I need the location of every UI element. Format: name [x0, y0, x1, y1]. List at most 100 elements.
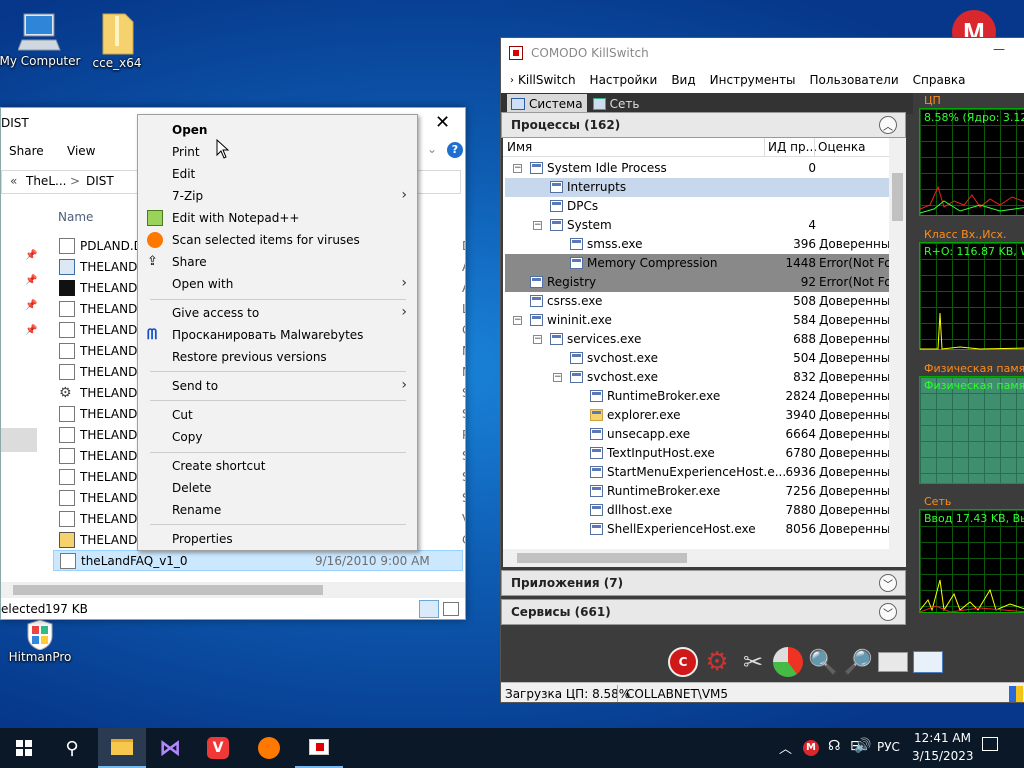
collapse-toggle-icon[interactable]: −: [553, 373, 562, 382]
menu-settings[interactable]: Настройки: [590, 73, 658, 87]
menu-item-copy[interactable]: Copy: [138, 426, 417, 448]
close-icon[interactable]: ✕: [435, 112, 450, 133]
clock-date[interactable]: 3/15/2023: [912, 749, 974, 763]
minimize-icon[interactable]: —: [993, 42, 1005, 56]
process-row[interactable]: csrss.exe 508 Доверенный: [505, 292, 898, 311]
process-row[interactable]: − services.exe 688 Доверенный: [505, 330, 898, 349]
menu-item-restore-versions[interactable]: Restore previous versions: [138, 346, 417, 368]
ribbon-tab-view[interactable]: View: [67, 144, 95, 158]
desktop-icon-my-computer[interactable]: My Computer: [0, 10, 80, 68]
process-row[interactable]: unsecapp.exe 6664 Доверенный: [505, 425, 898, 444]
process-row[interactable]: svchost.exe 504 Доверенный: [505, 349, 898, 368]
volume-icon[interactable]: 🔊: [854, 738, 871, 754]
collapse-toggle-icon[interactable]: −: [513, 164, 522, 173]
desktop-icon-cce[interactable]: cce_x64: [77, 10, 157, 70]
search-button[interactable]: ⚲: [48, 728, 96, 768]
file-row-selected[interactable]: theLandFAQ_v1_0 9/16/2010 9:00 AM: [53, 550, 463, 571]
taskbar-killswitch[interactable]: [295, 728, 343, 768]
menu-item-notepad-plus[interactable]: Edit with Notepad++: [138, 207, 417, 229]
process-row[interactable]: TextInputHost.exe 6780 Доверенный: [505, 444, 898, 463]
large-icons-view-icon[interactable]: [443, 602, 459, 616]
process-row[interactable]: − System Idle Process 0: [505, 159, 891, 178]
process-row-selected[interactable]: Interrupts: [505, 178, 891, 197]
pie-chart-icon[interactable]: [773, 647, 803, 677]
menu-item-create-shortcut[interactable]: Create shortcut: [138, 455, 417, 477]
process-row[interactable]: Registry 92 Error(Not Fo...: [505, 273, 903, 292]
taskbar-file-explorer[interactable]: [98, 728, 146, 768]
monitor-graph-icon[interactable]: [913, 651, 943, 673]
process-row[interactable]: dllhost.exe 7880 Доверенный: [505, 501, 898, 520]
chevron-down-icon[interactable]: ⌄: [427, 142, 437, 156]
process-row[interactable]: RuntimeBroker.exe 2824 Доверенный: [505, 387, 898, 406]
menu-tools[interactable]: Инструменты: [710, 73, 796, 87]
menu-item-delete[interactable]: Delete: [138, 477, 417, 499]
chevron-down-icon[interactable]: ﹀: [879, 574, 897, 592]
gear-icon[interactable]: ⚙: [702, 647, 732, 677]
language-indicator[interactable]: РУС: [877, 740, 900, 754]
search-process-icon[interactable]: 🔎: [843, 647, 873, 677]
tools-icon[interactable]: ✂: [738, 647, 768, 677]
clock-time[interactable]: 12:41 AM: [914, 731, 971, 745]
menu-item-print[interactable]: Print: [138, 141, 417, 163]
process-row[interactable]: ShellExperienceHost.exe 8056 Доверенный: [505, 520, 898, 539]
menu-item-give-access[interactable]: Give access to ›: [138, 302, 417, 324]
desktop-icon-hitmanpro[interactable]: HitmanPro: [0, 620, 80, 664]
notification-icon[interactable]: [982, 737, 998, 751]
mega-tray-icon[interactable]: M: [803, 740, 819, 756]
magnifier-icon[interactable]: 🔍: [808, 647, 838, 677]
card-icon[interactable]: [878, 652, 908, 672]
menu-item-open[interactable]: Open: [138, 119, 417, 141]
collapse-toggle-icon[interactable]: −: [513, 316, 522, 325]
menu-item-cut[interactable]: Cut: [138, 404, 417, 426]
process-row[interactable]: − wininit.exe 584 Доверенный: [505, 311, 898, 330]
process-row[interactable]: DPCs: [505, 197, 891, 216]
process-row[interactable]: Memory Compression 1448 Error(Not Fo...: [505, 254, 903, 273]
chevron-down-icon[interactable]: ﹀: [879, 603, 897, 621]
address-back-chevron[interactable]: «: [10, 174, 17, 188]
process-row[interactable]: StartMenuExperienceHost.e... 6936 Довере…: [505, 463, 898, 482]
services-header[interactable]: Сервисы (661) ﹀: [501, 599, 906, 625]
process-row[interactable]: − System 4: [505, 216, 891, 235]
horizontal-scrollbar[interactable]: [1, 582, 465, 598]
menu-view[interactable]: Вид: [671, 73, 695, 87]
start-button[interactable]: [0, 728, 48, 768]
menu-item-share[interactable]: ⇪ Share: [138, 251, 417, 273]
process-row[interactable]: − svchost.exe 832 Доверенный: [505, 368, 898, 387]
menu-users[interactable]: Пользователи: [810, 73, 899, 87]
tab-network[interactable]: Сеть: [592, 97, 639, 111]
headset-icon[interactable]: ☊: [828, 738, 840, 754]
breadcrumb-theland[interactable]: TheL...: [26, 174, 66, 188]
column-header-name[interactable]: Name: [58, 210, 93, 224]
menu-item-open-with[interactable]: Open with ›: [138, 273, 417, 295]
applications-header[interactable]: Приложения (7) ﹀: [501, 570, 906, 596]
collapse-toggle-icon[interactable]: −: [533, 335, 542, 344]
menu-item-7zip[interactable]: 7-Zip ›: [138, 185, 417, 207]
scrollbar-thumb[interactable]: [13, 585, 323, 595]
process-row[interactable]: smss.exe 396 Доверенный: [505, 235, 898, 254]
process-horizontal-scrollbar[interactable]: [503, 549, 889, 566]
menu-item-malwarebytes[interactable]: ᗰ Просканировать Malwarebytes: [138, 324, 417, 346]
details-view-icon[interactable]: [419, 600, 439, 618]
help-icon[interactable]: ?: [447, 142, 463, 158]
menu-item-properties[interactable]: Properties: [138, 528, 417, 550]
col-pid[interactable]: ИД пр...: [768, 140, 817, 154]
menu-killswitch[interactable]: KillSwitch: [518, 73, 576, 87]
processes-header[interactable]: Процессы (162) ︿: [501, 112, 906, 138]
menu-help[interactable]: Справка: [913, 73, 966, 87]
menu-item-rename[interactable]: Rename: [138, 499, 417, 521]
tab-system[interactable]: Система: [507, 94, 587, 113]
scrollbar-thumb[interactable]: [892, 173, 903, 221]
taskbar-avast[interactable]: [245, 728, 293, 768]
scrollbar-thumb[interactable]: [517, 553, 687, 563]
tray-overflow-chevron-icon[interactable]: ︿: [779, 738, 792, 757]
col-rating[interactable]: Оценка: [818, 140, 865, 154]
collapse-toggle-icon[interactable]: −: [533, 221, 542, 230]
taskbar-visual-studio[interactable]: ⋈: [146, 728, 194, 768]
ribbon-tab-share[interactable]: Share: [9, 144, 44, 158]
col-name[interactable]: Имя: [507, 140, 532, 154]
menu-item-edit[interactable]: Edit: [138, 163, 417, 185]
process-row[interactable]: RuntimeBroker.exe 7256 Доверенный: [505, 482, 898, 501]
taskbar-vivaldi[interactable]: V: [194, 728, 242, 768]
killswitch-logo-button[interactable]: C: [668, 647, 698, 677]
process-vertical-scrollbar[interactable]: [889, 157, 906, 549]
